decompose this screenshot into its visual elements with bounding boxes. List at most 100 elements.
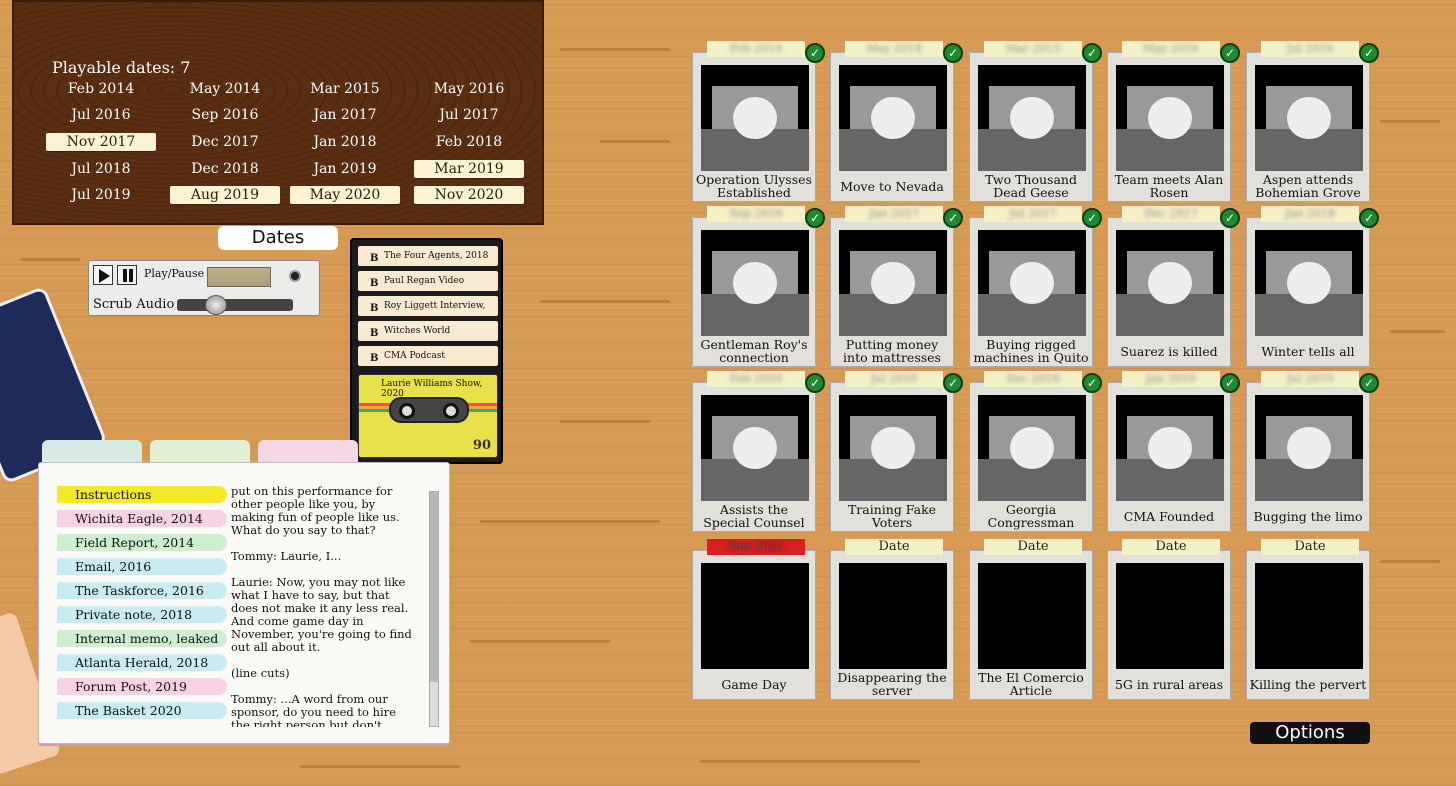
date-option[interactable]: Mar 2019 [414, 160, 524, 178]
date-option[interactable]: May 2020 [290, 186, 400, 204]
date-option[interactable]: Jul 2019 [46, 186, 156, 204]
date-tag[interactable]: Mar 2015 [984, 41, 1082, 57]
checkmark-icon: ✓ [805, 43, 825, 63]
cassette-tape[interactable]: Roy Liggett Interview, 2018 [358, 296, 498, 331]
options-button[interactable]: Options [1250, 722, 1370, 744]
evidence-card[interactable]: Date 5G in rural areas [1107, 539, 1231, 700]
evidence-caption: The El Comercio Article [978, 670, 1084, 698]
date-tag[interactable]: Jan 2017 [845, 206, 943, 222]
date-tag[interactable]: Date [984, 539, 1082, 555]
evidence-card[interactable]: Sep 2016 Gentleman Roy's connection ✓ [692, 206, 825, 367]
date-tag[interactable]: Dec 2017 [1122, 206, 1220, 222]
scrub-audio-label: Scrub Audio [93, 297, 175, 312]
evidence-card[interactable]: Feb 2014 Operation Ulysses Established ✓ [692, 41, 825, 202]
evidence-caption: Suarez is killed [1120, 343, 1218, 359]
evidence-card[interactable]: Jul 2016 Aspen attends Bohemian Grove ✓ [1246, 41, 1379, 202]
cassette-tape[interactable]: Witches World [358, 321, 498, 344]
document-item[interactable]: Forum Post, 2019 [57, 677, 227, 696]
evidence-card[interactable]: Jul 2017 Buying rigged machines in Quito ✓ [969, 206, 1102, 367]
evidence-card[interactable]: Jul 2019 Bugging the limo ✓ [1246, 371, 1379, 532]
evidence-caption: Disappearing the server [837, 670, 947, 698]
date-tag[interactable]: May 2016 [1122, 41, 1220, 57]
evidence-card[interactable]: Date Killing the pervert [1246, 539, 1370, 700]
date-tag[interactable]: Jul 2017 [984, 206, 1082, 222]
date-option[interactable]: Feb 2014 [46, 80, 156, 98]
scrollbar-thumb[interactable] [430, 492, 438, 682]
date-option[interactable]: Jan 2018 [290, 133, 400, 151]
date-tag[interactable]: Dec 2018 [984, 371, 1082, 387]
volume-knob[interactable] [289, 270, 301, 282]
volume-meter[interactable] [207, 267, 271, 287]
date-option[interactable]: Dec 2018 [170, 160, 280, 178]
date-option[interactable]: Jan 2017 [290, 106, 400, 124]
evidence-caption: CMA Founded [1123, 508, 1215, 524]
document-text: put on this performance for other people… [231, 485, 412, 727]
date-option[interactable]: Mar 2015 [290, 80, 400, 98]
date-option[interactable]: Jul 2018 [46, 160, 156, 178]
dates-button[interactable]: Dates [218, 226, 338, 250]
date-option[interactable]: Jul 2016 [46, 106, 156, 124]
scrub-audio-slider[interactable] [177, 299, 293, 311]
document-item[interactable]: Wichita Eagle, 2014 [57, 509, 227, 528]
evidence-card[interactable]: Nov 2020 Game Day [692, 539, 816, 700]
date-option[interactable]: Aug 2019 [170, 186, 280, 204]
document-item[interactable]: Internal memo, leaked [57, 629, 227, 648]
date-option[interactable]: Nov 2017 [46, 133, 156, 151]
document-item[interactable]: Atlanta Herald, 2018 [57, 653, 227, 672]
date-tag[interactable]: May 2014 [845, 41, 943, 57]
evidence-card[interactable]: May 2014 Move to Nevada ✓ [830, 41, 963, 202]
date-option[interactable]: Dec 2017 [170, 133, 280, 151]
date-option[interactable]: Sep 2016 [170, 106, 280, 124]
date-tag[interactable]: Feb 2018 [707, 371, 805, 387]
date-tag[interactable]: Sep 2016 [707, 206, 805, 222]
checkmark-icon: ✓ [1359, 373, 1379, 393]
evidence-card[interactable]: May 2016 Team meets Alan Rosen ✓ [1107, 41, 1240, 202]
document-item[interactable]: Instructions [57, 485, 227, 504]
date-tag[interactable]: Nov 2020 [707, 539, 805, 555]
pause-icon[interactable] [117, 265, 137, 285]
evidence-caption: Two Thousand Dead Geese [985, 172, 1077, 200]
date-tag[interactable]: Date [1122, 539, 1220, 555]
document-item[interactable]: Field Report, 2014 [57, 533, 227, 552]
document-item[interactable]: The Basket 2020 [57, 701, 227, 720]
cassette-tape[interactable]: The Four Agents, 2018 [358, 246, 498, 269]
date-tag[interactable]: Jan 2018 [1261, 206, 1359, 222]
warehouse-icon [839, 230, 947, 336]
date-tag[interactable]: Jul 2019 [1261, 371, 1359, 387]
evidence-card[interactable]: Mar 2015 Two Thousand Dead Geese ✓ [969, 41, 1102, 202]
evidence-card[interactable]: Feb 2018 Assists the Special Counsel ✓ [692, 371, 825, 532]
evidence-card[interactable]: Date Disappearing the server [830, 539, 954, 700]
evidence-card[interactable]: Dec 2018 Georgia Congressman ✓ [969, 371, 1102, 532]
date-tag[interactable]: Jul 2016 [1261, 41, 1359, 57]
date-tag[interactable]: Jul 2018 [845, 371, 943, 387]
date-option[interactable]: Feb 2018 [414, 133, 524, 151]
evidence-card[interactable]: Jul 2018 Training Fake Voters ✓ [830, 371, 963, 532]
document-scrollbar[interactable] [429, 491, 439, 727]
evidence-card[interactable]: Date The El Comercio Article [969, 539, 1093, 700]
evidence-caption: Aspen attends Bohemian Grove [1255, 172, 1361, 200]
play-icon[interactable] [93, 265, 113, 285]
date-tag[interactable]: Date [845, 539, 943, 555]
date-option[interactable]: Nov 2020 [414, 186, 524, 204]
evidence-caption: Winter tells all [1261, 343, 1355, 359]
cassette-tape[interactable]: CMA Podcast [358, 346, 498, 369]
date-tag[interactable]: Feb 2014 [707, 41, 805, 57]
evidence-card[interactable]: Dec 2017 Suarez is killed ✓ [1107, 206, 1240, 367]
date-option[interactable]: Jul 2017 [414, 106, 524, 124]
document-item[interactable]: The Taskforce, 2016 [57, 581, 227, 600]
evidence-card[interactable]: Jan 2019 CMA Founded ✓ [1107, 371, 1240, 532]
evidence-caption: Game Day [721, 676, 787, 692]
document-viewer: Instructions Wichita Eagle, 2014 Field Rep… [38, 462, 450, 744]
date-option[interactable]: May 2016 [414, 80, 524, 98]
date-option[interactable]: Jan 2019 [290, 160, 400, 178]
date-tag[interactable]: Jan 2019 [1122, 371, 1220, 387]
date-option[interactable]: May 2014 [170, 80, 280, 98]
checkmark-icon: ✓ [1082, 208, 1102, 228]
cassette-tape[interactable]: Paul Regan Video (audio) [358, 271, 498, 306]
evidence-card[interactable]: Jan 2018 Winter tells all ✓ [1246, 206, 1379, 367]
evidence-card[interactable]: Jan 2017 Putting money into mattresses ✓ [830, 206, 963, 367]
document-item[interactable]: Email, 2016 [57, 557, 227, 576]
document-item[interactable]: Private note, 2018 [57, 605, 227, 624]
scrub-handle[interactable] [205, 295, 227, 315]
date-tag[interactable]: Date [1261, 539, 1359, 555]
